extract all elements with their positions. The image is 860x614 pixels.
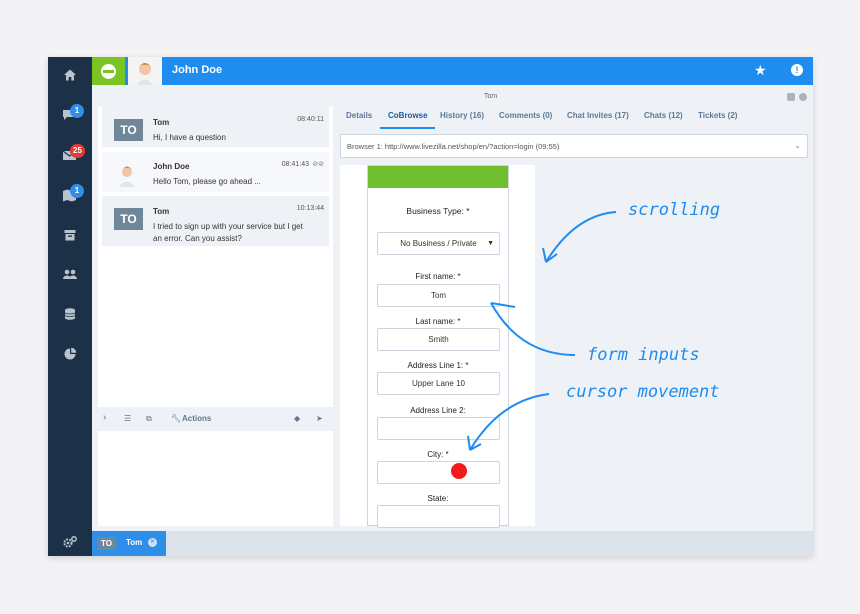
map-badge: 1 [70, 184, 84, 198]
app-logo[interactable] [92, 57, 125, 85]
wrench-icon[interactable]: 🔧︎ [171, 414, 181, 423]
message-text: I tried to sign up with your service but… [153, 222, 303, 243]
chat-message: TO Tom 08:40:11 Hi, I have a question [102, 107, 329, 147]
visitor-avatar: TO [114, 119, 143, 141]
first-name-field[interactable]: Tom [377, 284, 500, 307]
open-chat-tab[interactable]: TO Tom ✕ [92, 531, 166, 556]
copy-icon[interactable]: ⧉ [146, 414, 152, 424]
tab-chat-invites[interactable]: Chat Invites (17) [567, 111, 629, 120]
business-type-value: No Business / Private [400, 239, 477, 248]
browser-url-text: Browser 1: http://www.livezilla.net/shop… [347, 142, 560, 151]
message-text: Hi, I have a question [153, 133, 226, 142]
tab-cobrowse[interactable]: CoBrowse [388, 111, 428, 120]
address2-label: Address Line 2: [410, 406, 466, 415]
message-author: Tom [153, 118, 170, 127]
caret-down-icon: ▼ [487, 240, 494, 247]
message-time: 08:40:11 [297, 116, 324, 123]
form-header-bar [368, 166, 508, 188]
business-type-label: Business Type: * [406, 206, 470, 216]
settings-gear-icon[interactable] [62, 535, 78, 552]
last-name-label: Last name: * [415, 317, 461, 326]
city-field[interactable] [377, 461, 500, 484]
chats-badge: 1 [70, 104, 84, 118]
chat-message: TO Tom 10:13:44 I tried to sign up with … [102, 196, 329, 246]
tab-chats[interactable]: Chats (12) [644, 111, 683, 120]
visitor-avatar: TO [97, 537, 116, 550]
annotation-scrolling: scrolling [628, 200, 721, 220]
actions-button[interactable]: Actions [182, 414, 211, 423]
annotation-cursor-movement: cursor movement [566, 382, 720, 402]
alert-icon[interactable]: ! [791, 64, 803, 76]
close-icon[interactable] [799, 93, 807, 101]
message-input[interactable] [98, 431, 333, 526]
cobrowse-view[interactable]: Business Type: * No Business / Private ▼… [340, 165, 535, 528]
panel-title: Tom [484, 93, 498, 100]
visitor-name: Tom [126, 538, 143, 547]
message-text: Hello Tom, please go ahead ... [153, 177, 261, 186]
annotation-form-inputs: form inputs [587, 345, 700, 365]
close-tab-icon[interactable]: ✕ [148, 538, 157, 547]
address1-field[interactable]: Upper Lane 10 [377, 372, 500, 395]
database-icon[interactable] [60, 306, 80, 326]
users-icon[interactable] [60, 266, 80, 286]
archive-icon[interactable] [60, 227, 80, 247]
remote-cursor-indicator [451, 463, 467, 479]
business-type-select[interactable]: No Business / Private ▼ [377, 232, 500, 255]
chevron-right-icon[interactable]: › [103, 412, 106, 423]
state-field[interactable] [377, 505, 500, 528]
app-window: 1 25 1 John Doe ★ ! TO Tom 08:40:11 Hi, … [48, 57, 813, 556]
minimize-icon[interactable] [787, 93, 795, 101]
first-name-label: First name: * [415, 272, 461, 281]
send-icon[interactable]: ➤ [316, 414, 323, 423]
active-tab-indicator [380, 127, 435, 129]
browser-url-select[interactable]: Browser 1: http://www.livezilla.net/shop… [340, 134, 808, 158]
operator-name: John Doe [172, 64, 223, 76]
chat-messages-panel: TO Tom 08:40:11 Hi, I have a question Jo… [98, 107, 333, 407]
bottom-bar: TO Tom ✕ [92, 531, 813, 556]
state-label: State: [427, 494, 449, 503]
chat-message: John Doe 08:41:43 ⊘⊘ Hello Tom, please g… [102, 152, 329, 192]
last-name-field[interactable]: Smith [377, 328, 500, 351]
address2-field[interactable] [377, 417, 500, 440]
visitor-avatar: TO [114, 208, 143, 230]
home-icon[interactable] [60, 67, 80, 87]
read-status-icon: ⊘⊘ [312, 161, 324, 168]
message-author: Tom [153, 207, 170, 216]
database-icon[interactable]: ☰ [124, 414, 131, 423]
city-label: City: * [427, 450, 449, 459]
tab-tickets[interactable]: Tickets (2) [698, 111, 737, 120]
visitor-tabs: Details CoBrowse History (16) Comments (… [340, 107, 810, 129]
tab-details[interactable]: Details [346, 111, 372, 120]
tab-history[interactable]: History (16) [440, 111, 484, 120]
tag-icon[interactable]: ◆ [294, 414, 300, 423]
message-time: 10:13:44 [296, 205, 324, 212]
pie-chart-icon[interactable] [60, 346, 80, 366]
address1-label: Address Line 1: * [407, 361, 469, 370]
top-bar: John Doe ★ ! [92, 57, 813, 85]
message-author: John Doe [153, 162, 190, 171]
mail-badge: 25 [70, 144, 85, 158]
chevron-down-icon: ⌄ [794, 141, 801, 150]
sidebar: 1 25 1 [48, 57, 92, 556]
favorite-star-icon[interactable]: ★ [754, 62, 767, 79]
tab-comments[interactable]: Comments (0) [499, 111, 552, 120]
message-time: 08:41:43 [281, 161, 309, 168]
operator-avatar-small [114, 161, 140, 187]
operator-avatar [128, 57, 162, 85]
composer-toolbar: › ☰ ⧉ 🔧︎ Actions ◆ ➤ [98, 408, 333, 431]
signup-form: Business Type: * No Business / Private ▼… [367, 165, 509, 528]
